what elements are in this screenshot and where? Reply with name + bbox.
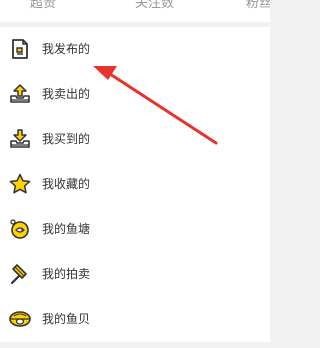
menu-item-published[interactable]: 我发布的: [0, 27, 270, 72]
menu-item-label: 我的拍卖: [42, 267, 91, 281]
menu-item-sold[interactable]: 我卖出的: [0, 72, 270, 117]
menu-item-label: 我收藏的: [42, 177, 91, 191]
fish-pond-icon: [8, 217, 32, 241]
menu-item-label: 我卖出的: [42, 87, 91, 101]
fish-shell-icon: [8, 307, 32, 331]
menu-item-fish-pond[interactable]: 我的鱼塘: [0, 207, 270, 252]
menu-item-favorites[interactable]: 我收藏的: [0, 162, 270, 207]
menu-card: 我发布的 我卖出的 我买到的 我收藏的 我的鱼塘 我的拍卖 我的鱼贝: [0, 27, 270, 342]
menu-item-label: 我发布的: [42, 42, 91, 56]
stat-fans-label[interactable]: 粉丝: [246, 0, 270, 14]
menu-item-label: 我买到的: [42, 132, 91, 146]
menu-item-bought[interactable]: 我买到的: [0, 117, 270, 162]
auction-hammer-icon: [8, 262, 32, 286]
menu-item-fish-shell[interactable]: 我的鱼贝: [0, 297, 270, 342]
stat-following-label[interactable]: 关注数: [135, 0, 174, 14]
page-background-strip: [0, 342, 270, 348]
bought-download-tray-icon: [8, 127, 32, 151]
published-document-icon: [8, 37, 32, 61]
star-icon: [8, 172, 32, 196]
sold-upload-tray-icon: [8, 82, 32, 106]
menu-item-label: 我的鱼塘: [42, 222, 91, 236]
menu-item-label: 我的鱼贝: [42, 312, 91, 326]
menu-item-auction[interactable]: 我的拍卖: [0, 252, 270, 297]
stat-likes-label[interactable]: 超赞: [30, 0, 56, 14]
stats-bar: 超赞 关注数 粉丝: [0, 0, 270, 22]
